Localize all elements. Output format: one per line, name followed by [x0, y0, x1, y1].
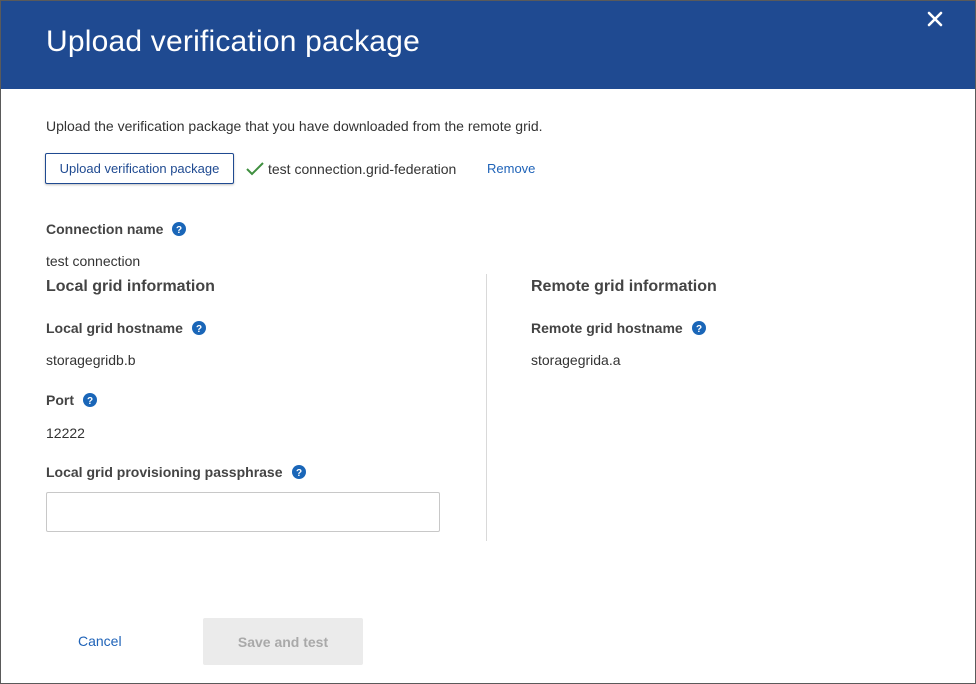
uploaded-file: test connection.grid-federation — [245, 159, 456, 179]
save-and-test-button[interactable]: Save and test — [203, 618, 363, 665]
remote-grid-section-title: Remote grid information — [531, 278, 717, 295]
upload-verification-package-button[interactable]: Upload verification package — [45, 153, 234, 184]
cancel-button[interactable]: Cancel — [78, 633, 122, 649]
dialog-header: Upload verification package — [1, 1, 975, 89]
help-icon[interactable]: ? — [83, 393, 97, 407]
help-icon[interactable]: ? — [172, 222, 187, 236]
svg-text:?: ? — [87, 396, 93, 407]
help-icon[interactable]: ? — [191, 321, 206, 335]
passphrase-label: Local grid provisioning passphrase ? — [46, 464, 306, 480]
svg-text:?: ? — [176, 225, 182, 236]
svg-text:?: ? — [196, 324, 202, 335]
upload-instructions: Upload the verification package that you… — [46, 118, 543, 134]
passphrase-input[interactable] — [46, 492, 440, 532]
local-grid-hostname-label-text: Local grid hostname — [46, 320, 183, 336]
close-icon[interactable] — [923, 7, 947, 31]
help-icon[interactable]: ? — [291, 465, 306, 479]
remote-grid-hostname-value: storagegrida.a — [531, 352, 621, 368]
connection-name-label-text: Connection name — [46, 221, 164, 237]
checkmark-icon — [246, 162, 264, 176]
upload-verification-dialog: Upload verification package Upload the v… — [0, 0, 976, 684]
local-grid-section-title: Local grid information — [46, 278, 215, 295]
column-divider — [486, 274, 487, 541]
port-value: 12222 — [46, 425, 85, 441]
uploaded-file-name: test connection.grid-federation — [268, 161, 457, 177]
connection-name-label: Connection name ? — [46, 221, 187, 237]
remote-grid-hostname-label-text: Remote grid hostname — [531, 320, 683, 336]
port-label-text: Port — [46, 392, 74, 408]
remote-grid-hostname-label: Remote grid hostname ? — [531, 320, 706, 336]
close-button[interactable] — [923, 7, 947, 31]
local-grid-hostname-label: Local grid hostname ? — [46, 320, 206, 336]
port-label: Port ? — [46, 392, 97, 408]
remove-file-link[interactable]: Remove — [487, 161, 535, 176]
connection-name-value: test connection — [46, 253, 141, 269]
help-icon[interactable]: ? — [691, 321, 706, 335]
svg-text:?: ? — [696, 324, 702, 335]
local-grid-hostname-value: storagegridb.b — [46, 352, 136, 368]
dialog-title: Upload verification package — [46, 25, 420, 58]
passphrase-label-text: Local grid provisioning passphrase — [46, 464, 283, 480]
svg-text:?: ? — [295, 468, 301, 479]
